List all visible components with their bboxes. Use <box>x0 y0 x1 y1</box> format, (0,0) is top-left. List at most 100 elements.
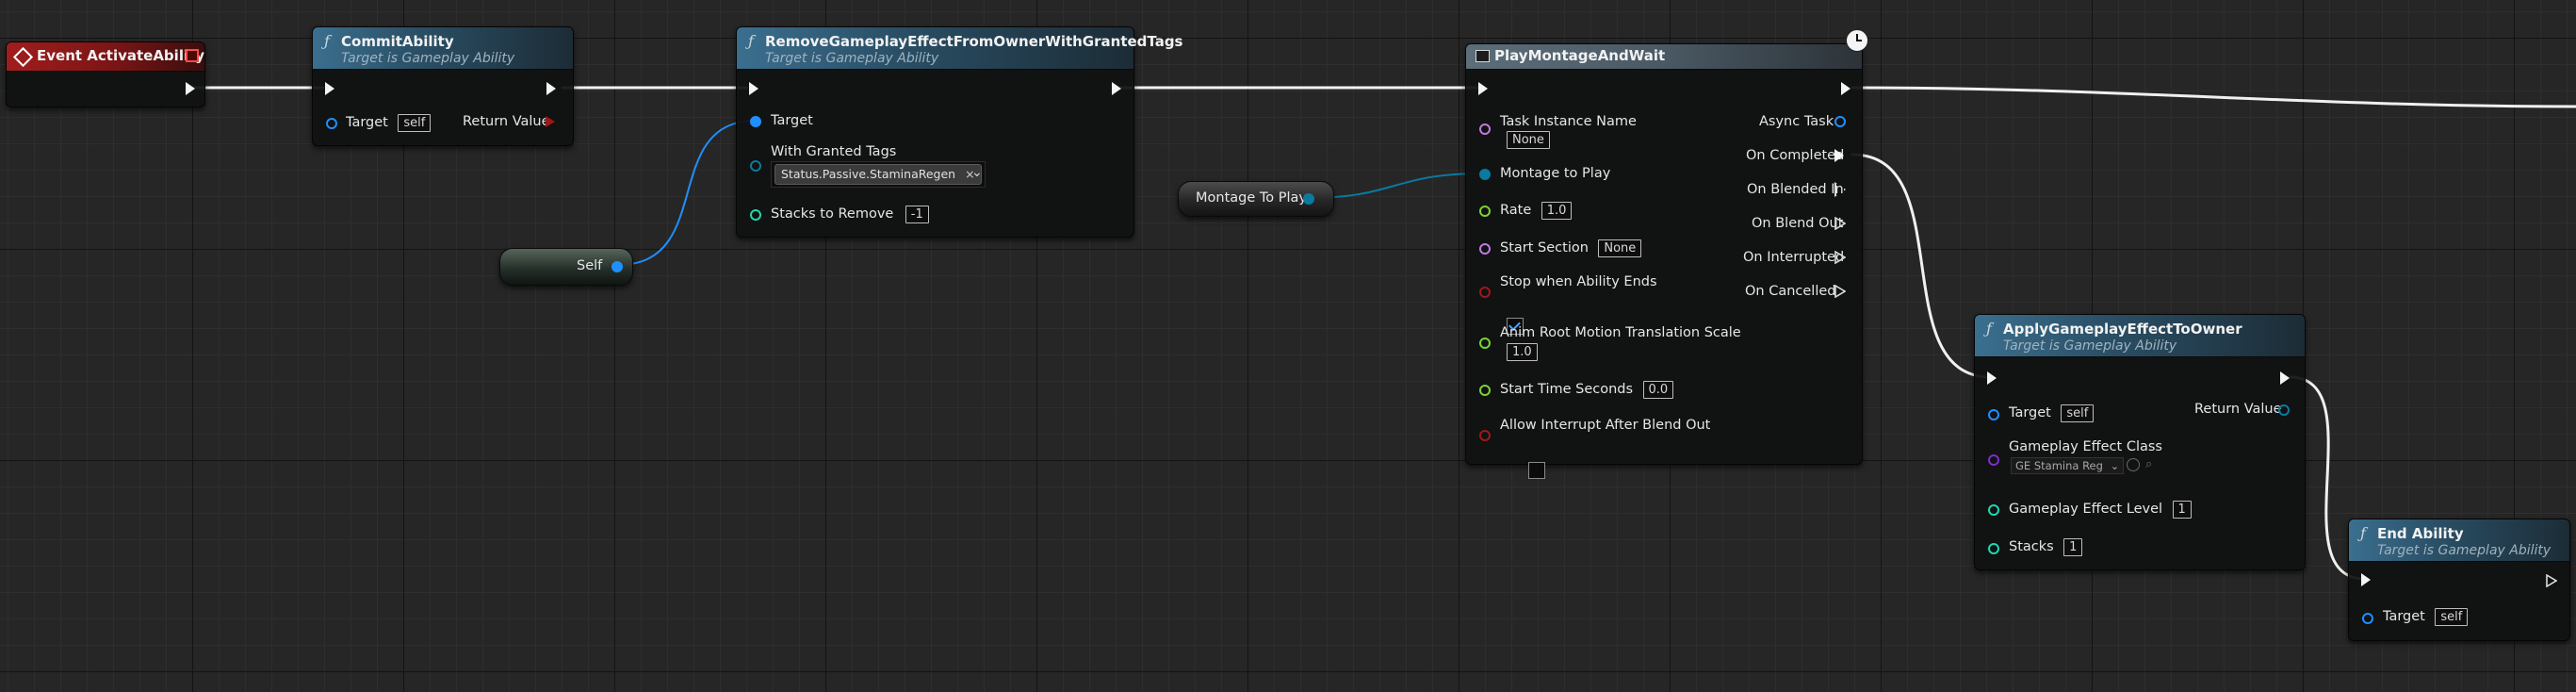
return-value-pin-icon[interactable] <box>2278 404 2290 416</box>
end-ability-node[interactable]: ƒ End Ability Target is Gameplay Ability… <box>2348 519 2570 641</box>
apply-effect-header[interactable]: ƒ ApplyGameplayEffectToOwner Target is G… <box>1975 315 2305 357</box>
task-instance-value-field[interactable]: None <box>1507 131 1550 149</box>
event-icon <box>12 46 34 68</box>
play-montage-and-wait-node[interactable]: PlayMontageAndWait Task Instance Name No… <box>1465 29 1868 479</box>
on-completed-label: On Completed <box>1746 148 1845 163</box>
start-section-value-field[interactable]: None <box>1598 239 1642 257</box>
target-pin-icon[interactable] <box>2362 613 2373 624</box>
latent-clock-icon <box>1846 29 1868 52</box>
target-label: Target <box>771 113 813 128</box>
async-task-label: Async Task <box>1759 114 1834 129</box>
effect-class-pin-icon[interactable] <box>1988 454 1999 466</box>
exec-out-pin[interactable] <box>1112 82 1121 95</box>
root-motion-label: Anim Root Motion Translation Scale <box>1500 325 1741 340</box>
start-time-pin-icon[interactable] <box>1479 385 1491 396</box>
target-pin-icon[interactable] <box>750 116 761 127</box>
on-interrupted-label: On Interrupted <box>1743 250 1845 265</box>
target-pin-icon[interactable] <box>1988 409 1999 420</box>
root-motion-value-field[interactable]: 1.0 <box>1507 343 1538 361</box>
target-value-field[interactable]: self <box>2061 404 2095 422</box>
commit-ability-node[interactable]: ƒ CommitAbility Target is Gameplay Abili… <box>312 26 574 146</box>
montage-var-output-pin-icon[interactable] <box>1303 193 1314 205</box>
exec-in-pin[interactable] <box>1987 371 1997 385</box>
event-node-header[interactable]: Event ActivateAbility <box>7 42 204 72</box>
function-icon: ƒ <box>748 32 754 50</box>
task-instance-label: Task Instance Name <box>1500 114 1637 129</box>
remove-gameplay-effect-node[interactable]: ƒ RemoveGameplayEffectFromOwnerWithGrant… <box>736 26 1183 238</box>
granted-tags-pin-icon[interactable] <box>750 160 761 172</box>
on-interrupted-exec-pin[interactable] <box>1834 250 1847 268</box>
rate-pin-icon[interactable] <box>1479 206 1491 217</box>
montage-to-play-pin-icon[interactable] <box>1479 169 1491 180</box>
exec-out-pin[interactable] <box>1841 82 1850 95</box>
stacks-value-field[interactable]: 1 <box>2063 538 2083 556</box>
allow-interrupt-pin-icon[interactable] <box>1479 430 1491 441</box>
rate-row: Rate 1.0 <box>1500 202 1573 220</box>
commit-ability-header[interactable]: ƒ CommitAbility Target is Gameplay Abili… <box>313 27 573 70</box>
use-selected-asset-icon[interactable] <box>2127 458 2140 471</box>
on-blended-in-label: On Blended In <box>1747 182 1844 197</box>
root-motion-pin-icon[interactable] <box>1479 338 1491 349</box>
allow-interrupt-label: Allow Interrupt After Blend Out <box>1500 418 1711 433</box>
stacks-label: Stacks to Remove <box>771 206 894 222</box>
output-delegate-pin-icon[interactable] <box>186 49 199 62</box>
exec-out-pin[interactable] <box>546 82 556 95</box>
async-task-pin-icon[interactable] <box>1834 116 1846 127</box>
exec-in-pin[interactable] <box>1478 82 1488 95</box>
return-value-label: Return Value <box>463 114 550 129</box>
effect-level-pin-icon[interactable] <box>1988 504 1999 516</box>
play-montage-header[interactable]: PlayMontageAndWait <box>1466 44 1862 70</box>
remove-effect-header[interactable]: ƒ RemoveGameplayEffectFromOwnerWithGrant… <box>737 27 1183 70</box>
target-row: Target self <box>2009 404 2095 422</box>
target-pin-icon[interactable] <box>326 118 337 129</box>
exec-in-pin[interactable] <box>325 82 334 95</box>
stacks-row: Stacks 1 <box>2009 538 2083 556</box>
start-time-value-field[interactable]: 0.0 <box>1642 381 1674 399</box>
on-cancelled-exec-pin[interactable] <box>1834 284 1847 302</box>
apply-gameplay-effect-node[interactable]: ƒ ApplyGameplayEffectToOwner Target is G… <box>1974 314 2306 570</box>
effect-class-label: Gameplay Effect Class <box>2009 439 2162 454</box>
return-value-pin-icon[interactable] <box>546 116 555 127</box>
task-instance-pin-icon[interactable] <box>1479 124 1491 135</box>
event-activate-ability-node[interactable]: Event ActivateAbility <box>6 41 205 107</box>
start-section-row: Start Section None <box>1500 239 1642 257</box>
allow-interrupt-checkbox[interactable] <box>1528 461 1546 479</box>
start-section-label: Start Section <box>1500 240 1589 255</box>
effect-class-picker[interactable]: GE Stamina Reg ⌄ <box>2011 457 2125 474</box>
browse-asset-search-icon[interactable]: ⌕ <box>2145 457 2152 471</box>
exec-out-pin[interactable] <box>186 82 195 95</box>
chevron-down-icon[interactable]: ⌄ <box>971 165 983 180</box>
target-label: Target <box>2009 405 2051 420</box>
effect-level-value-field[interactable]: 1 <box>2172 501 2192 519</box>
gameplay-tag-chip[interactable]: Status.Passive.StaminaRegen × <box>774 164 982 185</box>
function-icon: ƒ <box>324 32 330 50</box>
on-cancelled-label: On Cancelled <box>1745 284 1836 299</box>
on-blend-out-exec-pin[interactable] <box>1834 216 1847 234</box>
start-time-label: Start Time Seconds <box>1500 382 1634 397</box>
stacks-pin-icon[interactable] <box>750 209 761 221</box>
on-completed-exec-pin[interactable] <box>1834 149 1844 162</box>
exec-wire-completed-to-apply <box>1850 153 1993 379</box>
rate-value-field[interactable]: 1.0 <box>1541 202 1573 220</box>
stacks-pin-icon[interactable] <box>1988 543 1999 554</box>
target-value-field[interactable]: self <box>398 114 432 132</box>
exec-out-pin[interactable] <box>2280 371 2290 385</box>
exec-in-pin[interactable] <box>749 82 758 95</box>
end-ability-header[interactable]: ƒ End Ability Target is Gameplay Ability <box>2349 519 2569 562</box>
montage-to-play-label: Montage to Play <box>1500 166 1611 181</box>
tag-text: Status.Passive.StaminaRegen <box>781 167 956 181</box>
apply-effect-title: ApplyGameplayEffectToOwner <box>2003 321 2242 338</box>
montage-var-label: Montage To Play <box>1196 190 1307 206</box>
self-output-pin-icon[interactable] <box>611 261 623 272</box>
target-row: Target self <box>346 114 432 132</box>
exec-in-pin[interactable] <box>2361 573 2371 586</box>
apply-effect-subtitle: Target is Gameplay Ability <box>2003 338 2177 354</box>
target-value-field[interactable]: self <box>2435 608 2469 626</box>
stacks-value-field[interactable]: -1 <box>905 206 929 223</box>
self-reference-node[interactable]: Self <box>499 248 633 286</box>
start-section-pin-icon[interactable] <box>1479 243 1491 255</box>
montage-to-play-variable-node[interactable]: Montage To Play <box>1178 181 1334 217</box>
effect-level-label: Gameplay Effect Level <box>2009 502 2163 517</box>
exec-out-pin[interactable] <box>2546 573 2558 591</box>
stop-when-ends-pin-icon[interactable] <box>1479 287 1491 298</box>
